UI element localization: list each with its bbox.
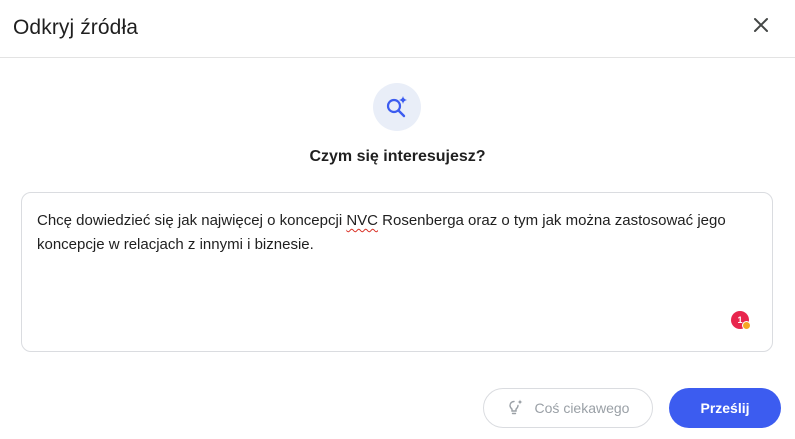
submit-button[interactable]: Prześlij: [669, 388, 781, 428]
close-icon: [753, 17, 769, 38]
suggest-something-button[interactable]: Coś ciekawego: [483, 388, 653, 428]
interest-text[interactable]: Chcę dowiedzieć się jak najwięcej o konc…: [37, 209, 757, 257]
interest-question: Czym się interesujesz?: [309, 148, 486, 165]
suggest-label: Coś ciekawego: [534, 400, 630, 416]
dialog-title: Odkryj źródła: [13, 16, 139, 39]
grammar-badge-dot: [742, 321, 751, 330]
misspelled-word[interactable]: NVC: [346, 212, 378, 229]
text-part-before: Chcę dowiedzieć się jak najwięcej o konc…: [37, 212, 347, 229]
discover-sources-dialog: Odkryj źródła Czym się interesujesz? Chc…: [0, 0, 795, 439]
search-sparkle-icon: [373, 83, 421, 131]
lightbulb-sparkle-icon: [507, 398, 525, 419]
submit-label: Prześlij: [700, 400, 750, 416]
interest-textarea[interactable]: Chcę dowiedzieć się jak najwięcej o konc…: [21, 192, 773, 352]
grammar-check-badge[interactable]: 1: [731, 311, 751, 330]
close-button[interactable]: [745, 11, 777, 43]
dialog-header: Odkryj źródła: [0, 0, 795, 58]
